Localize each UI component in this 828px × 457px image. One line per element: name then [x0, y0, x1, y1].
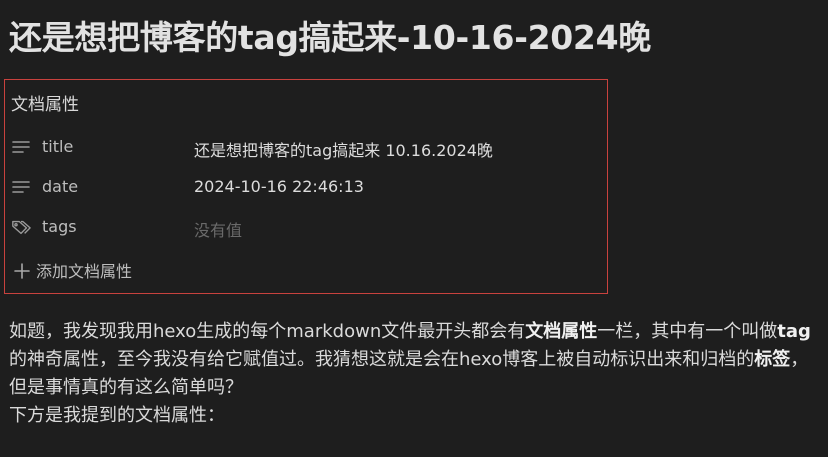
text-lines-icon — [12, 181, 30, 193]
add-property-label: 添加文档属性 — [36, 262, 133, 281]
property-key[interactable]: title — [42, 137, 73, 156]
text-lines-icon — [12, 141, 30, 153]
property-key[interactable]: tags — [42, 217, 77, 236]
text-span: 的神奇属性，至今我没有给它赋值过。我猜想这就是会在hexo博客上被自动标识出来和… — [9, 349, 755, 370]
tags-icon — [12, 220, 31, 235]
document-properties-panel: 文档属性 title 还是想把博客的tag搞起来 10.16.2024晚 dat… — [4, 79, 608, 294]
plus-icon — [14, 263, 30, 279]
property-row-title[interactable]: title 还是想把博客的tag搞起来 10.16.2024晚 — [5, 134, 605, 160]
text-span: 如题，我发现我用hexo生成的每个markdown文件最开头都会有 — [9, 321, 526, 342]
note-body[interactable]: 如题，我发现我用hexo生成的每个markdown文件最开头都会有文档属性一栏，… — [9, 318, 821, 430]
properties-heading[interactable]: 文档属性 — [11, 90, 79, 115]
paragraph[interactable]: 下方是我提到的文档属性： — [9, 402, 821, 430]
property-row-tags[interactable]: tags 没有值 — [5, 214, 605, 240]
paragraph[interactable]: 如题，我发现我用hexo生成的每个markdown文件最开头都会有文档属性一栏，… — [9, 318, 821, 402]
bold-text: tag — [777, 321, 811, 342]
text-span: 一栏，其中有一个叫做 — [597, 321, 778, 342]
bold-text: 标签 — [754, 349, 791, 370]
add-property-button[interactable]: 添加文档属性 — [13, 258, 132, 284]
property-key[interactable]: date — [42, 177, 78, 196]
property-row-date[interactable]: date 2024-10-16 22:46:13 — [5, 174, 605, 200]
property-value[interactable]: 还是想把博客的tag搞起来 10.16.2024晚 — [194, 137, 493, 161]
property-value[interactable]: 2024-10-16 22:46:13 — [194, 177, 364, 196]
note-title[interactable]: 还是想把博客的tag搞起来-10-16-2024晚 — [9, 14, 651, 62]
property-value-empty[interactable]: 没有值 — [194, 217, 242, 241]
bold-text: 文档属性 — [525, 321, 598, 342]
